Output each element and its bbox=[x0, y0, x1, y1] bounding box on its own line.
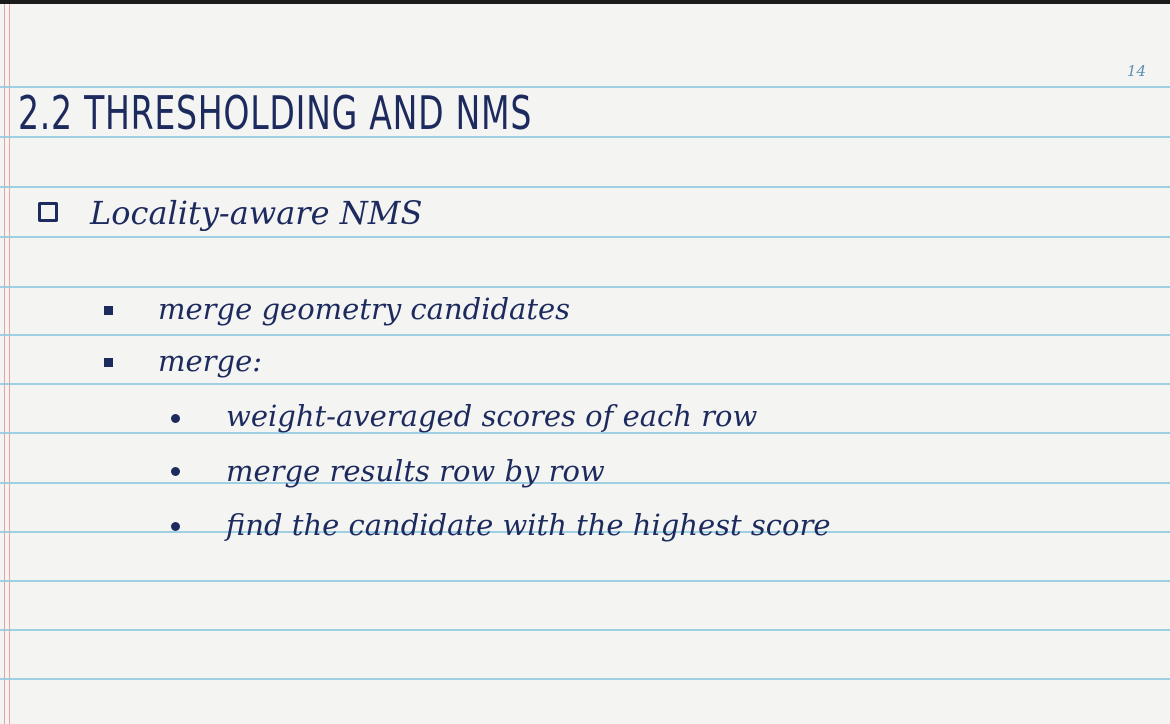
level3-bullet-text: find the candidate with the highest scor… bbox=[226, 508, 831, 542]
square-bullet-icon bbox=[104, 306, 113, 315]
level3-bullet-text: merge results row by row bbox=[226, 454, 605, 488]
rule-line bbox=[0, 334, 1170, 336]
notebook-slide: 14 2.2 THRESHOLDING AND NMS Locality-awa… bbox=[0, 4, 1170, 724]
dot-bullet-icon bbox=[171, 522, 180, 531]
rule-line bbox=[0, 186, 1170, 188]
square-bullet-icon bbox=[104, 358, 113, 367]
rule-line bbox=[0, 236, 1170, 238]
main-bullet-text: Locality-aware NMS bbox=[90, 194, 423, 232]
checkbox-icon bbox=[38, 202, 58, 222]
slide-title: 2.2 THRESHOLDING AND NMS bbox=[18, 86, 533, 140]
dot-bullet-icon bbox=[171, 414, 180, 423]
rule-line bbox=[0, 678, 1170, 680]
level2-bullet-text: merge geometry candidates bbox=[158, 292, 571, 326]
rule-line bbox=[0, 286, 1170, 288]
rule-line bbox=[0, 580, 1170, 582]
rule-line bbox=[0, 383, 1170, 385]
level2-bullet-text: merge: bbox=[158, 344, 263, 378]
level3-bullet-text: weight-averaged scores of each row bbox=[226, 399, 758, 433]
margin-line bbox=[9, 4, 10, 724]
dot-bullet-icon bbox=[171, 467, 180, 476]
margin-line bbox=[4, 4, 5, 724]
page-number: 14 bbox=[1126, 62, 1146, 80]
rule-line bbox=[0, 629, 1170, 631]
